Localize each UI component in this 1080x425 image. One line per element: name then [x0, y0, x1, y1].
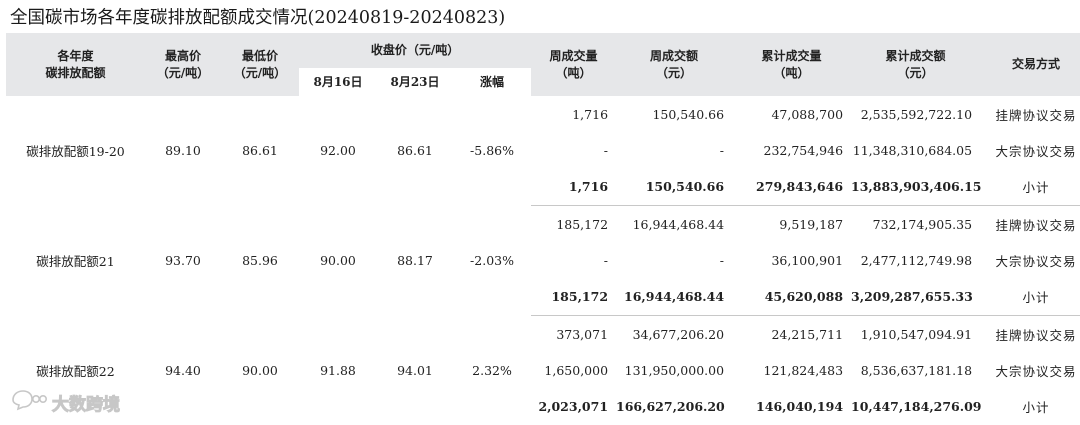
week-volume: 373,071: [531, 316, 616, 353]
week-volume: 1,716: [531, 96, 616, 132]
header-week-amount: 周成交额（元）: [616, 33, 732, 96]
cum-amount: 13,883,903,406.15: [851, 168, 980, 206]
close-aug23: 88.17: [377, 206, 453, 316]
week-volume: -: [531, 132, 616, 168]
cum-volume: 45,620,088: [732, 278, 851, 316]
chat-bubble-logo-icon: [10, 389, 48, 415]
cum-volume: 121,824,483: [732, 352, 851, 388]
page-title: 全国碳市场各年度碳排放配额成交情况(20240819-20240823): [10, 6, 505, 30]
week-amount: -: [616, 242, 732, 278]
week-volume: 185,172: [531, 278, 616, 316]
close-aug16: 91.88: [299, 316, 377, 425]
cum-volume: 36,100,901: [732, 242, 851, 278]
close-aug16: 90.00: [299, 206, 377, 316]
trade-method: 小计: [980, 278, 1080, 316]
cum-amount: 3,209,287,655.33: [851, 278, 980, 316]
week-volume: 2,023,071: [531, 388, 616, 425]
cum-amount: 2,477,112,749.98: [851, 242, 980, 278]
trade-method: 大宗协议交易: [980, 242, 1080, 278]
trade-method: 小计: [980, 168, 1080, 206]
high-price: 89.10: [145, 96, 221, 206]
close-aug23: 94.01: [377, 316, 453, 425]
cum-volume: 146,040,194: [732, 388, 851, 425]
allowance-name: 碳排放配额19-20: [6, 96, 145, 206]
close-aug23: 86.61: [377, 96, 453, 206]
watermark-text: 大数跨境: [52, 390, 120, 415]
table-row: 碳排放配额19-20 89.10 86.61 92.00 86.61 -5.86…: [6, 96, 1080, 132]
header-change: 涨幅: [453, 68, 531, 96]
trade-method: 挂牌协议交易: [980, 96, 1080, 132]
week-amount: 150,540.66: [616, 168, 732, 206]
header-high-price: 最高价（元/吨）: [145, 33, 221, 96]
close-aug16: 92.00: [299, 96, 377, 206]
trade-method: 挂牌协议交易: [980, 206, 1080, 243]
header-low-price: 最低价（元/吨）: [221, 33, 299, 96]
cum-volume: 279,843,646: [732, 168, 851, 206]
table-row: 碳排放配额21 93.70 85.96 90.00 88.17 -2.03% 1…: [6, 206, 1080, 243]
week-volume: 1,716: [531, 168, 616, 206]
header-week-volume: 周成交量（吨）: [531, 33, 616, 96]
price-change: -5.86%: [453, 96, 531, 206]
week-volume: 1,650,000: [531, 352, 616, 388]
week-volume: -: [531, 242, 616, 278]
table-row: 碳排放配额22 94.40 90.00 91.88 94.01 2.32% 37…: [6, 316, 1080, 353]
header-close-aug23: 8月23日: [377, 68, 453, 96]
week-amount: -: [616, 132, 732, 168]
cum-amount: 10,447,184,276.09: [851, 388, 980, 425]
cum-amount: 2,535,592,722.10: [851, 96, 980, 132]
cum-volume: 9,519,187: [732, 206, 851, 243]
cum-volume: 47,088,700: [732, 96, 851, 132]
header-close-aug16: 8月16日: [299, 68, 377, 96]
allowance-name: 碳排放配额21: [6, 206, 145, 316]
low-price: 85.96: [221, 206, 299, 316]
high-price: 94.40: [145, 316, 221, 425]
trade-method: 小计: [980, 388, 1080, 425]
cum-volume: 232,754,946: [732, 132, 851, 168]
low-price: 90.00: [221, 316, 299, 425]
header-method: 交易方式: [980, 33, 1080, 96]
week-volume: 185,172: [531, 206, 616, 243]
week-amount: 150,540.66: [616, 96, 732, 132]
price-change: 2.32%: [453, 316, 531, 425]
cum-amount: 732,174,905.35: [851, 206, 980, 243]
cum-volume: 24,215,711: [732, 316, 851, 353]
price-change: -2.03%: [453, 206, 531, 316]
high-price: 93.70: [145, 206, 221, 316]
week-amount: 131,950,000.00: [616, 352, 732, 388]
week-amount: 16,944,468.44: [616, 278, 732, 316]
carbon-trading-table: 各年度碳排放配额 最高价（元/吨） 最低价（元/吨） 收盘价（元/吨） 周成交量…: [6, 33, 1080, 425]
low-price: 86.61: [221, 96, 299, 206]
week-amount: 16,944,468.44: [616, 206, 732, 243]
trade-method: 大宗协议交易: [980, 352, 1080, 388]
trade-method: 大宗协议交易: [980, 132, 1080, 168]
header-cum-volume: 累计成交量（吨）: [732, 33, 851, 96]
week-amount: 34,677,206.20: [616, 316, 732, 353]
header-allowance: 各年度碳排放配额: [6, 33, 145, 96]
cum-amount: 1,910,547,094.91: [851, 316, 980, 353]
week-amount: 166,627,206.20: [616, 388, 732, 425]
cum-amount: 11,348,310,684.05: [851, 132, 980, 168]
watermark: 大数跨境: [10, 390, 120, 414]
header-close-price: 收盘价（元/吨）: [299, 33, 531, 68]
cum-amount: 8,536,637,181.18: [851, 352, 980, 388]
header-cum-amount: 累计成交额（元）: [851, 33, 980, 96]
trade-method: 挂牌协议交易: [980, 316, 1080, 353]
